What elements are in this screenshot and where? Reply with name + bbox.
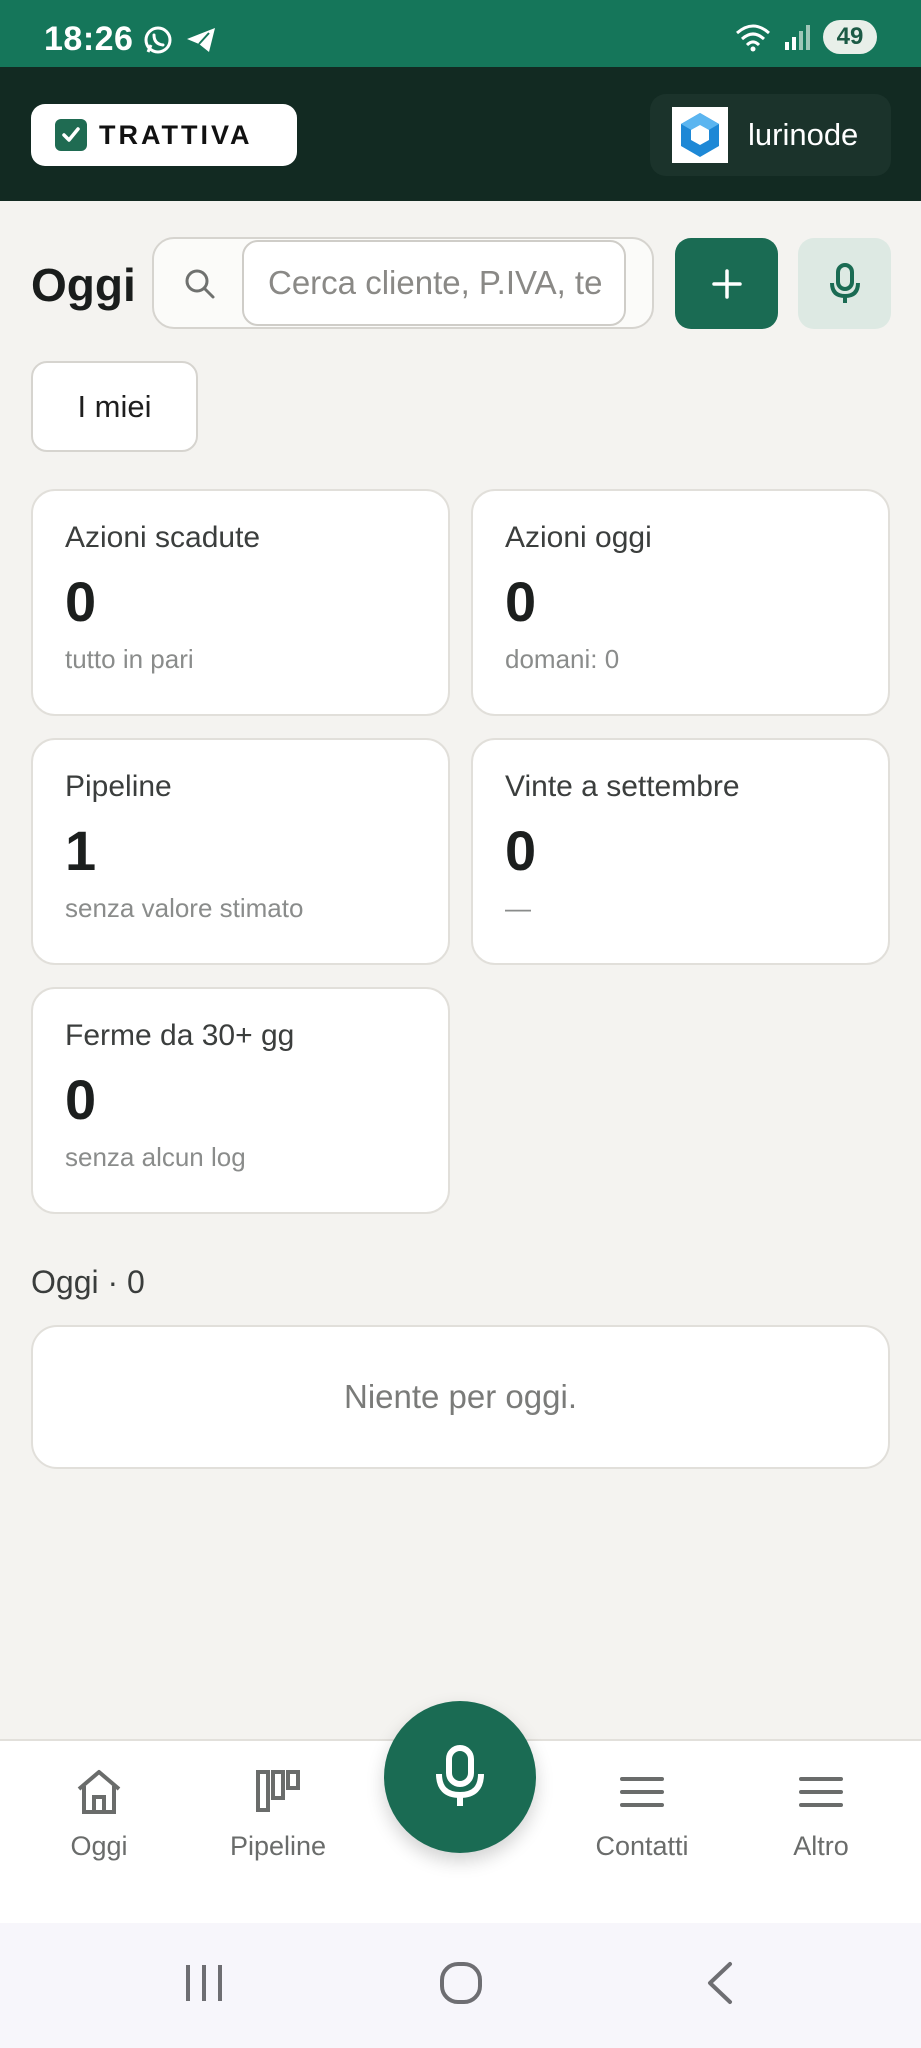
card-won-september[interactable]: Vinte a settembre 0 — (471, 738, 890, 965)
voice-record-fab[interactable] (384, 1701, 536, 1853)
card-title: Azioni scadute (65, 521, 261, 554)
status-right: 49 (733, 20, 877, 54)
card-title: Vinte a settembre (505, 770, 740, 803)
card-pipeline[interactable]: Pipeline 1 senza valore stimato (31, 738, 450, 965)
card-value: 1 (65, 819, 97, 882)
card-subtitle: senza alcun log (65, 1142, 246, 1172)
status-bar: 18:26 49 (0, 0, 921, 67)
card-stale-30-days[interactable]: Ferme da 30+ gg 0 senza alcun log (31, 987, 450, 1214)
check-icon (55, 119, 87, 151)
status-app-icons (142, 24, 218, 56)
search-input[interactable] (242, 240, 626, 326)
search-box (152, 237, 654, 329)
nav-label: Contatti (595, 1831, 689, 1861)
wifi-icon (736, 24, 770, 52)
card-value: 0 (505, 570, 537, 633)
card-value: 0 (65, 570, 97, 633)
back-chevron-icon (708, 1962, 732, 2004)
today-section-title: Oggi · 0 (31, 1264, 145, 1300)
signal-icon (785, 25, 810, 50)
home-button[interactable] (426, 1953, 496, 2013)
whatsapp-icon (144, 26, 172, 54)
home-circle-icon (440, 1962, 482, 2004)
organization-switcher[interactable]: lurinode (650, 94, 891, 176)
card-overdue-actions[interactable]: Azioni scadute 0 tutto in pari (31, 489, 450, 716)
microphone-icon (436, 1745, 484, 1806)
microphone-icon (829, 262, 860, 303)
pipeline-icon (256, 1770, 300, 1812)
nav-label: Pipeline (229, 1831, 327, 1861)
nav-item-pipeline[interactable]: Pipeline (198, 1767, 358, 1862)
logo-text: TRATTIVA (99, 119, 253, 150)
system-navigation-bar (0, 1923, 921, 2048)
back-button[interactable] (685, 1953, 755, 2013)
app-header: TRATTIVA lurinode (0, 67, 921, 201)
today-empty-state: Niente per oggi. (31, 1325, 890, 1469)
nav-label: Altro (793, 1831, 849, 1861)
nav-item-altro[interactable]: Altro (741, 1767, 901, 1862)
card-title: Pipeline (65, 770, 172, 803)
card-title: Azioni oggi (505, 521, 652, 554)
card-subtitle: — (505, 893, 531, 923)
search-icon (185, 269, 215, 299)
page-title: Oggi (31, 259, 136, 311)
menu-icon (620, 1777, 664, 1807)
card-value: 0 (505, 819, 537, 882)
home-icon (77, 1770, 121, 1814)
nav-item-contatti[interactable]: Contatti (562, 1767, 722, 1862)
filter-mine-chip[interactable]: I miei (31, 361, 198, 452)
card-title: Ferme da 30+ gg (65, 1019, 295, 1052)
status-time: 18:26 (44, 20, 134, 58)
card-subtitle: senza valore stimato (65, 893, 304, 923)
voice-search-button[interactable] (798, 238, 891, 329)
organization-name: lurinode (748, 117, 859, 152)
app-logo[interactable]: TRATTIVA (31, 104, 297, 166)
card-subtitle: domani: 0 (505, 644, 620, 674)
organization-logo-icon (672, 107, 728, 163)
add-button[interactable] (675, 238, 778, 329)
plus-icon (711, 268, 742, 299)
nav-label: Oggi (70, 1831, 128, 1861)
recent-apps-button[interactable] (169, 1953, 239, 2013)
card-value: 0 (65, 1068, 97, 1131)
card-today-actions[interactable]: Azioni oggi 0 domani: 0 (471, 489, 890, 716)
nav-item-oggi[interactable]: Oggi (19, 1767, 179, 1862)
menu-icon (799, 1777, 843, 1807)
battery-indicator: 49 (823, 20, 877, 54)
telegram-icon (187, 28, 215, 52)
card-subtitle: tutto in pari (65, 644, 194, 674)
recent-apps-icon (186, 1965, 222, 2001)
